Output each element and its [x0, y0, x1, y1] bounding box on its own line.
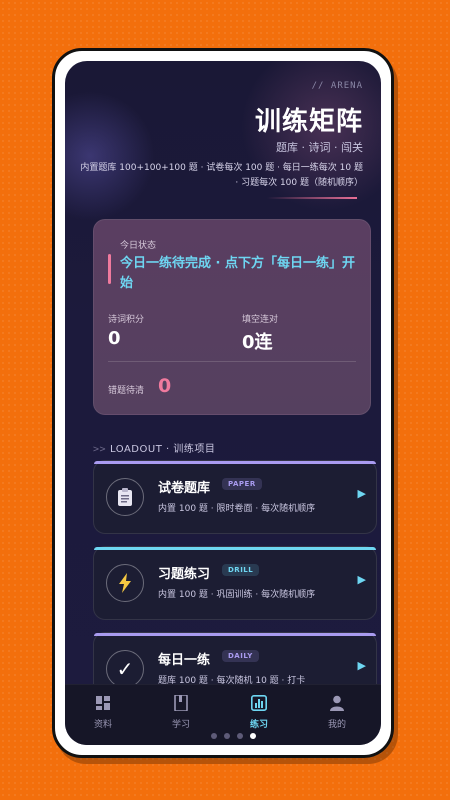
tab-label: 我的 — [327, 720, 346, 730]
tab-label: 资料 — [93, 720, 112, 730]
card-badge: DRILL — [222, 564, 260, 576]
tab-label: 学习 — [171, 720, 190, 730]
page-description: 内置题库 100+100+100 题 · 试卷每次 100 题 · 每日一练每次… — [80, 163, 363, 188]
phone-frame: // ARENA 训练矩阵 题库 · 诗词 · 闯关 内置题库 100+100+… — [52, 48, 394, 758]
status-message: 今日一练待完成 · 点下方「每日一练」开始 — [120, 256, 355, 291]
tab-materials[interactable]: 资料 — [73, 695, 133, 730]
card-accent-line — [94, 547, 376, 550]
page-subtitle: 题库 · 诗词 · 闯关 — [276, 141, 363, 154]
chart-icon — [229, 695, 289, 715]
bottom-tab-bar: 资料 学习 练习 我的 — [65, 684, 381, 745]
user-icon — [307, 695, 367, 715]
page-dot[interactable] — [224, 733, 230, 739]
tab-label: 练习 — [249, 720, 268, 730]
card-badge: DAILY — [222, 650, 259, 662]
card-accent-line — [94, 633, 376, 636]
play-arrow-icon[interactable]: ▶ — [358, 659, 366, 672]
page-dot[interactable] — [211, 733, 217, 739]
training-card-drill[interactable]: 习题练习 DRILL 内置 100 题 · 巩固训练 · 每次随机顺序 ▶ — [93, 546, 377, 620]
page-dot-active[interactable] — [250, 733, 256, 739]
poetry-points-label: 诗词积分 — [108, 315, 145, 325]
poetry-points-value: 0 — [108, 328, 121, 349]
status-divider — [108, 361, 356, 362]
card-title: 试卷题库 — [158, 481, 211, 496]
tab-study[interactable]: 学习 — [151, 694, 211, 730]
card-title: 习题练习 — [158, 567, 211, 582]
daily-status-card: 今日状态 今日一练待完成 · 点下方「每日一练」开始 诗词积分 0 填空连对 0… — [93, 219, 371, 415]
page-dot[interactable] — [237, 733, 243, 739]
card-description: 内置 100 题 · 巩固训练 · 每次随机顺序 — [158, 590, 316, 600]
title-accent-line — [267, 197, 357, 199]
streak-value: 0连 — [242, 332, 273, 353]
page-indicator — [211, 733, 256, 739]
app-screen: // ARENA 训练矩阵 题库 · 诗词 · 闯关 内置题库 100+100+… — [65, 61, 381, 745]
card-title: 每日一练 — [158, 653, 211, 668]
card-accent-line — [94, 461, 376, 464]
loadout-heading: >> LOADOUT · 训练项目 — [93, 440, 215, 455]
checkmark-icon: ✓ — [106, 650, 144, 688]
grid-icon — [73, 695, 133, 715]
page-title: 训练矩阵 — [254, 107, 363, 137]
clipboard-icon — [106, 478, 144, 516]
streak-label: 填空连对 — [242, 315, 279, 325]
wrong-questions-value: 0 — [158, 375, 172, 397]
wrong-questions-label: 错题待清 — [108, 386, 145, 396]
double-chevron-icon: >> — [93, 444, 107, 455]
tab-practice[interactable]: 练习 — [229, 695, 289, 730]
lightning-icon — [106, 564, 144, 602]
card-description: 内置 100 题 · 限时卷面 · 每次随机顺序 — [158, 504, 316, 514]
card-badge: PAPER — [222, 478, 262, 490]
background-glow-left — [65, 91, 155, 221]
play-arrow-icon[interactable]: ▶ — [358, 487, 366, 500]
arena-tag: // ARENA — [311, 81, 363, 91]
tab-profile[interactable]: 我的 — [307, 695, 367, 730]
play-arrow-icon[interactable]: ▶ — [358, 573, 366, 586]
status-accent-bar — [108, 254, 111, 284]
status-label: 今日状态 — [120, 241, 157, 251]
book-icon — [151, 694, 211, 715]
loadout-title: LOADOUT · 训练项目 — [110, 444, 216, 455]
training-card-paper[interactable]: 试卷题库 PAPER 内置 100 题 · 限时卷面 · 每次随机顺序 ▶ — [93, 460, 377, 534]
